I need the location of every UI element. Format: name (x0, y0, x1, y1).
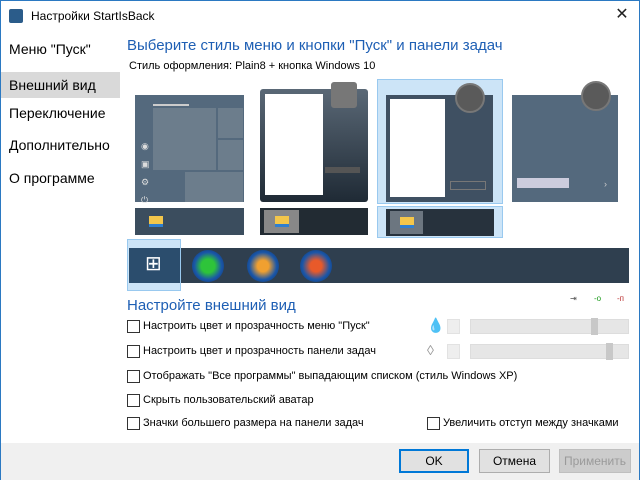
programs-pane (265, 94, 323, 195)
style-heading: Выберите стиль меню и кнопки "Пуск" и па… (127, 37, 503, 54)
checkbox-label: Настроить цвет и прозрачность панели зад… (143, 345, 376, 357)
sidebar-item-label: Дополнительно (9, 137, 110, 153)
apply-button[interactable]: Применить (559, 449, 631, 473)
checkbox-label: Значки большего размера на панели задач (143, 417, 364, 429)
start-color-swatch[interactable] (447, 319, 460, 334)
start-style-windows10[interactable]: ◉ ▣ ⚙ ⏻ (135, 95, 244, 205)
tile (185, 172, 243, 202)
sidebar-item-label: О программе (9, 170, 95, 186)
checkbox[interactable] (127, 394, 140, 407)
window-title: Настройки StartIsBack (31, 9, 155, 23)
taskbar-style-3-selected[interactable] (377, 206, 503, 238)
tile-header (153, 104, 189, 106)
checkbox[interactable] (127, 345, 140, 358)
slider-thumb[interactable] (606, 343, 613, 360)
folder-icon (149, 216, 163, 227)
shutdown-button (450, 181, 486, 190)
close-icon[interactable]: ✕ (605, 1, 639, 31)
taskbar-preview (386, 209, 494, 236)
sidebar-item-label: Внешний вид (9, 77, 96, 93)
windows-logo-icon: ⊞ (145, 253, 162, 275)
style-label: Стиль оформления: Plain8 + кнопка Window… (129, 60, 376, 72)
checkbox[interactable] (127, 320, 140, 333)
footer-bar: OK Отмена Применить (1, 443, 639, 480)
sidebar-item-label: Переключение (9, 105, 106, 121)
arrow-icon: ⇥ (570, 294, 577, 303)
sidebar-item-about[interactable]: О программе (1, 165, 120, 191)
green-pin-icon: -o (594, 294, 602, 303)
taskbar-color-swatch[interactable] (447, 344, 460, 359)
checkbox-label: Увеличить отступ между значками (443, 417, 619, 429)
checkbox-label: Настроить цвет и прозрачность меню "Пуск… (143, 320, 370, 332)
tile (153, 108, 216, 170)
checkbox-label: Отображать "Все программы" выпадающим сп… (143, 370, 518, 382)
windows-flag-orb-icon[interactable] (300, 250, 332, 282)
avatar-icon (331, 82, 357, 108)
avatar-icon (455, 83, 485, 113)
sidebar-item-appearance[interactable]: Внешний вид (1, 72, 120, 98)
checkbox-label: Скрыть пользовательский аватар (143, 394, 314, 406)
cancel-button[interactable]: Отмена (479, 449, 550, 473)
sidebar-item-switching[interactable]: Переключение (1, 100, 120, 126)
search-box (517, 178, 569, 188)
avatar-icon (581, 81, 611, 111)
clover-orb-icon[interactable] (192, 250, 224, 282)
start-style-plain8-selected[interactable] (377, 79, 503, 204)
title-bar[interactable]: Настройки StartIsBack ✕ (1, 1, 639, 31)
start-style-metro[interactable]: › (512, 95, 618, 202)
sidebar-item-advanced[interactable]: Дополнительно (1, 132, 120, 158)
settings-window: Настройки StartIsBack ✕ Меню "Пуск" Внеш… (0, 0, 640, 480)
appearance-heading: Настройте внешний вид (127, 297, 296, 314)
shutdown-button (325, 167, 360, 173)
programs-pane (390, 99, 445, 197)
slider-thumb[interactable] (591, 318, 598, 335)
taskbar-style-2[interactable] (260, 208, 368, 235)
checkbox[interactable] (127, 370, 140, 383)
checkbox[interactable] (427, 417, 440, 430)
windows-7-orb-icon[interactable] (247, 250, 279, 282)
folder-icon (400, 217, 414, 228)
drop-outline-icon: ◊ (427, 342, 434, 358)
app-icon (9, 9, 23, 23)
sidebar-item-start-menu[interactable]: Меню "Пуск" (1, 36, 120, 62)
sidebar-item-label: Меню "Пуск" (9, 41, 91, 57)
ok-button[interactable]: OK (399, 449, 469, 473)
checkbox[interactable] (127, 417, 140, 430)
red-pin-icon: -п (617, 294, 624, 303)
start-transparency-slider[interactable] (470, 318, 629, 335)
start-button-windows10-selected[interactable]: ⊞ (127, 239, 181, 291)
taskbar-transparency-slider[interactable] (470, 343, 629, 360)
folder-icon (275, 216, 289, 227)
taskbar-style-1[interactable] (135, 208, 244, 235)
tile (218, 108, 243, 138)
side-icons: ◉ ▣ ⚙ ⏻ (141, 141, 150, 205)
drop-filled-icon: 💧 (427, 317, 445, 333)
chevron-right-icon: › (604, 179, 607, 189)
tile (218, 140, 243, 170)
